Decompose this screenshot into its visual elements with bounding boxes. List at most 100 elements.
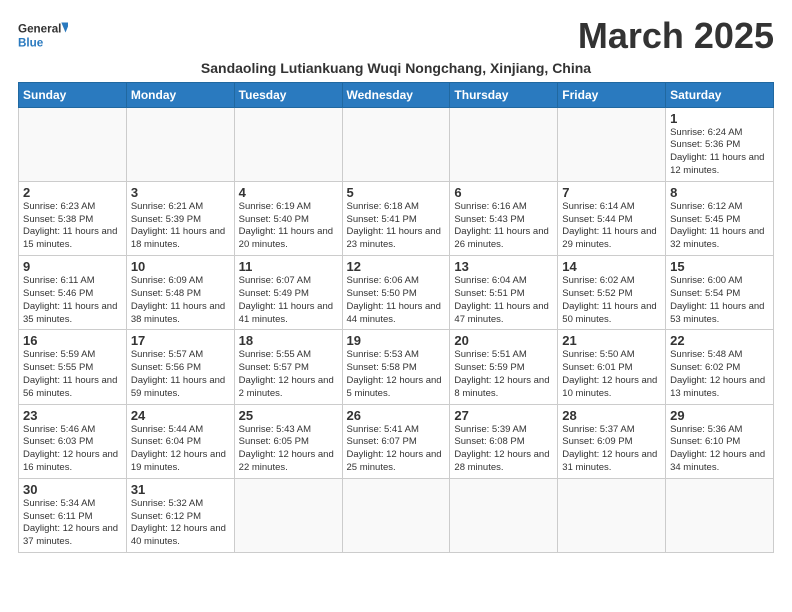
calendar-week-row: 16Sunrise: 5:59 AM Sunset: 5:55 PM Dayli… <box>19 330 774 404</box>
day-info: Sunrise: 5:44 AM Sunset: 6:04 PM Dayligh… <box>131 424 230 475</box>
calendar-cell: 19Sunrise: 5:53 AM Sunset: 5:58 PM Dayli… <box>342 330 450 404</box>
calendar-cell: 21Sunrise: 5:50 AM Sunset: 6:01 PM Dayli… <box>558 330 666 404</box>
day-number: 20 <box>454 333 553 348</box>
day-number: 30 <box>23 482 122 497</box>
day-number: 24 <box>131 408 230 423</box>
day-info: Sunrise: 6:18 AM Sunset: 5:41 PM Dayligh… <box>347 201 446 252</box>
day-number: 23 <box>23 408 122 423</box>
day-number: 28 <box>562 408 661 423</box>
calendar-cell: 12Sunrise: 6:06 AM Sunset: 5:50 PM Dayli… <box>342 256 450 330</box>
day-info: Sunrise: 6:04 AM Sunset: 5:51 PM Dayligh… <box>454 275 553 326</box>
day-info: Sunrise: 6:23 AM Sunset: 5:38 PM Dayligh… <box>23 201 122 252</box>
day-number: 21 <box>562 333 661 348</box>
calendar-cell: 5Sunrise: 6:18 AM Sunset: 5:41 PM Daylig… <box>342 181 450 255</box>
day-info: Sunrise: 6:21 AM Sunset: 5:39 PM Dayligh… <box>131 201 230 252</box>
day-info: Sunrise: 5:53 AM Sunset: 5:58 PM Dayligh… <box>347 349 446 400</box>
day-info: Sunrise: 5:34 AM Sunset: 6:11 PM Dayligh… <box>23 498 122 549</box>
calendar-table: SundayMondayTuesdayWednesdayThursdayFrid… <box>18 82 774 554</box>
calendar-cell: 4Sunrise: 6:19 AM Sunset: 5:40 PM Daylig… <box>234 181 342 255</box>
day-number: 5 <box>347 185 446 200</box>
day-info: Sunrise: 5:48 AM Sunset: 6:02 PM Dayligh… <box>670 349 769 400</box>
day-info: Sunrise: 5:41 AM Sunset: 6:07 PM Dayligh… <box>347 424 446 475</box>
weekday-header-wednesday: Wednesday <box>342 82 450 107</box>
calendar-cell <box>450 107 558 181</box>
day-info: Sunrise: 5:39 AM Sunset: 6:08 PM Dayligh… <box>454 424 553 475</box>
calendar-subtitle: Sandaoling Lutiankuang Wuqi Nongchang, X… <box>18 60 774 76</box>
weekday-header-friday: Friday <box>558 82 666 107</box>
day-info: Sunrise: 5:43 AM Sunset: 6:05 PM Dayligh… <box>239 424 338 475</box>
day-info: Sunrise: 5:57 AM Sunset: 5:56 PM Dayligh… <box>131 349 230 400</box>
day-info: Sunrise: 6:12 AM Sunset: 5:45 PM Dayligh… <box>670 201 769 252</box>
weekday-header-row: SundayMondayTuesdayWednesdayThursdayFrid… <box>19 82 774 107</box>
calendar-cell <box>450 478 558 552</box>
calendar-cell: 20Sunrise: 5:51 AM Sunset: 5:59 PM Dayli… <box>450 330 558 404</box>
calendar-cell: 10Sunrise: 6:09 AM Sunset: 5:48 PM Dayli… <box>126 256 234 330</box>
calendar-week-row: 2Sunrise: 6:23 AM Sunset: 5:38 PM Daylig… <box>19 181 774 255</box>
day-number: 15 <box>670 259 769 274</box>
day-number: 25 <box>239 408 338 423</box>
day-number: 17 <box>131 333 230 348</box>
calendar-cell: 27Sunrise: 5:39 AM Sunset: 6:08 PM Dayli… <box>450 404 558 478</box>
day-number: 22 <box>670 333 769 348</box>
calendar-cell: 31Sunrise: 5:32 AM Sunset: 6:12 PM Dayli… <box>126 478 234 552</box>
day-number: 11 <box>239 259 338 274</box>
calendar-cell: 28Sunrise: 5:37 AM Sunset: 6:09 PM Dayli… <box>558 404 666 478</box>
day-number: 2 <box>23 185 122 200</box>
day-info: Sunrise: 5:37 AM Sunset: 6:09 PM Dayligh… <box>562 424 661 475</box>
calendar-cell: 29Sunrise: 5:36 AM Sunset: 6:10 PM Dayli… <box>666 404 774 478</box>
day-number: 13 <box>454 259 553 274</box>
day-number: 10 <box>131 259 230 274</box>
calendar-cell <box>126 107 234 181</box>
day-number: 18 <box>239 333 338 348</box>
calendar-cell: 14Sunrise: 6:02 AM Sunset: 5:52 PM Dayli… <box>558 256 666 330</box>
calendar-cell: 2Sunrise: 6:23 AM Sunset: 5:38 PM Daylig… <box>19 181 127 255</box>
calendar-cell: 25Sunrise: 5:43 AM Sunset: 6:05 PM Dayli… <box>234 404 342 478</box>
weekday-header-monday: Monday <box>126 82 234 107</box>
day-info: Sunrise: 5:46 AM Sunset: 6:03 PM Dayligh… <box>23 424 122 475</box>
day-number: 16 <box>23 333 122 348</box>
calendar-cell <box>558 478 666 552</box>
generalblue-logo-svg: General Blue <box>18 16 68 54</box>
month-title: March 2025 <box>578 16 774 56</box>
day-info: Sunrise: 5:50 AM Sunset: 6:01 PM Dayligh… <box>562 349 661 400</box>
day-info: Sunrise: 5:36 AM Sunset: 6:10 PM Dayligh… <box>670 424 769 475</box>
day-info: Sunrise: 6:14 AM Sunset: 5:44 PM Dayligh… <box>562 201 661 252</box>
day-info: Sunrise: 6:16 AM Sunset: 5:43 PM Dayligh… <box>454 201 553 252</box>
calendar-cell: 1Sunrise: 6:24 AM Sunset: 5:36 PM Daylig… <box>666 107 774 181</box>
calendar-week-row: 23Sunrise: 5:46 AM Sunset: 6:03 PM Dayli… <box>19 404 774 478</box>
day-number: 29 <box>670 408 769 423</box>
calendar-cell: 7Sunrise: 6:14 AM Sunset: 5:44 PM Daylig… <box>558 181 666 255</box>
day-number: 26 <box>347 408 446 423</box>
calendar-cell <box>19 107 127 181</box>
calendar-cell: 23Sunrise: 5:46 AM Sunset: 6:03 PM Dayli… <box>19 404 127 478</box>
day-number: 14 <box>562 259 661 274</box>
calendar-cell: 18Sunrise: 5:55 AM Sunset: 5:57 PM Dayli… <box>234 330 342 404</box>
calendar-cell: 16Sunrise: 5:59 AM Sunset: 5:55 PM Dayli… <box>19 330 127 404</box>
day-number: 9 <box>23 259 122 274</box>
day-info: Sunrise: 5:51 AM Sunset: 5:59 PM Dayligh… <box>454 349 553 400</box>
calendar-cell: 13Sunrise: 6:04 AM Sunset: 5:51 PM Dayli… <box>450 256 558 330</box>
calendar-cell <box>558 107 666 181</box>
calendar-cell: 26Sunrise: 5:41 AM Sunset: 6:07 PM Dayli… <box>342 404 450 478</box>
day-info: Sunrise: 5:32 AM Sunset: 6:12 PM Dayligh… <box>131 498 230 549</box>
calendar-cell: 24Sunrise: 5:44 AM Sunset: 6:04 PM Dayli… <box>126 404 234 478</box>
day-info: Sunrise: 6:00 AM Sunset: 5:54 PM Dayligh… <box>670 275 769 326</box>
logo: General Blue <box>18 16 68 54</box>
day-number: 7 <box>562 185 661 200</box>
day-info: Sunrise: 6:24 AM Sunset: 5:36 PM Dayligh… <box>670 127 769 178</box>
calendar-cell: 3Sunrise: 6:21 AM Sunset: 5:39 PM Daylig… <box>126 181 234 255</box>
calendar-week-row: 1Sunrise: 6:24 AM Sunset: 5:36 PM Daylig… <box>19 107 774 181</box>
weekday-header-sunday: Sunday <box>19 82 127 107</box>
day-number: 31 <box>131 482 230 497</box>
day-number: 1 <box>670 111 769 126</box>
calendar-cell <box>342 478 450 552</box>
calendar-week-row: 30Sunrise: 5:34 AM Sunset: 6:11 PM Dayli… <box>19 478 774 552</box>
day-number: 19 <box>347 333 446 348</box>
header: General Blue March 2025 <box>18 16 774 56</box>
calendar-cell: 9Sunrise: 6:11 AM Sunset: 5:46 PM Daylig… <box>19 256 127 330</box>
calendar-cell: 6Sunrise: 6:16 AM Sunset: 5:43 PM Daylig… <box>450 181 558 255</box>
calendar-cell: 8Sunrise: 6:12 AM Sunset: 5:45 PM Daylig… <box>666 181 774 255</box>
day-info: Sunrise: 6:09 AM Sunset: 5:48 PM Dayligh… <box>131 275 230 326</box>
calendar-cell: 17Sunrise: 5:57 AM Sunset: 5:56 PM Dayli… <box>126 330 234 404</box>
svg-text:Blue: Blue <box>18 37 44 50</box>
